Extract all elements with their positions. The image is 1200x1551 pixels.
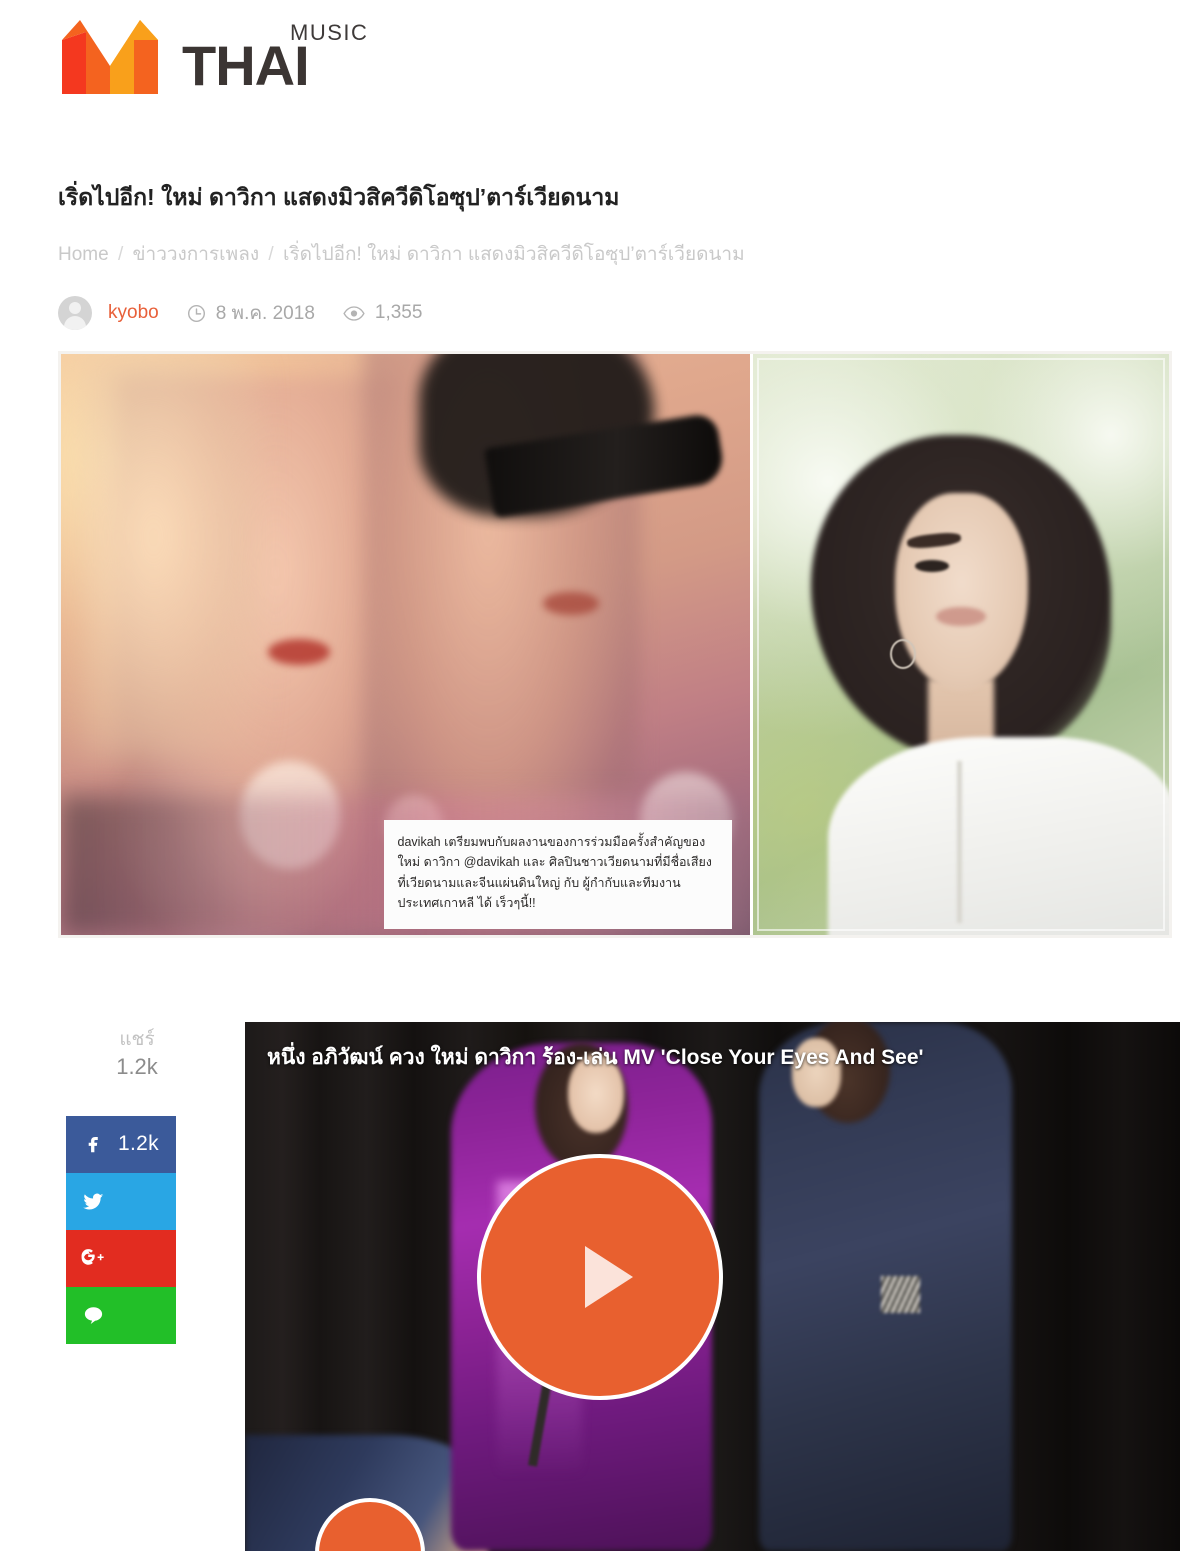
portrait-inner-frame	[757, 358, 1165, 931]
play-icon[interactable]	[477, 1154, 723, 1400]
google-plus-icon	[80, 1247, 106, 1269]
page-title: เริ่ดไปอีก! ใหม่ ดาวิกา แสดงมิวสิควีดิโอ…	[58, 184, 620, 210]
article-hero-image: davikah เตรียมพบกับผลงานของการร่วมมือครั…	[58, 351, 1172, 938]
eye-icon	[343, 305, 365, 321]
breadcrumb-item-current: เริ่ดไปอีก! ใหม่ ดาวิกา แสดงมิวสิควีดิโอ…	[282, 244, 745, 265]
view-count: 1,355	[343, 302, 423, 324]
share-twitter-button[interactable]	[66, 1172, 176, 1230]
publish-date-text: 8 พ.ค. 2018	[215, 303, 315, 324]
pocket-square	[880, 1275, 921, 1313]
site-header: MUSIC THAI	[0, 0, 1200, 140]
clock-icon	[187, 304, 206, 323]
breadcrumb-item-category[interactable]: ข่าววงการเพลง	[133, 244, 260, 265]
share-facebook-count: 1.2k	[118, 1132, 159, 1156]
video-title: หนึ่ง อภิวัฒน์ ควง ใหม่ ดาวิกา ร้อง-เล่น…	[267, 1046, 924, 1069]
breadcrumb-separator: /	[268, 244, 274, 265]
publish-date: 8 พ.ค. 2018	[187, 298, 315, 328]
article-page: MUSIC THAI เริ่ดไปอีก! ใหม่ ดาวิกา แสดงม…	[0, 0, 1200, 1551]
article-meta: kyobo 8 พ.ค. 2018 1,355	[58, 292, 422, 334]
hero-figure-woman-hair	[81, 354, 261, 761]
view-count-text: 1,355	[374, 302, 423, 323]
user-avatar-icon	[58, 296, 92, 330]
m-logo-icon	[62, 20, 158, 94]
share-button-group: 1.2k	[66, 1115, 176, 1344]
breadcrumb-separator: /	[117, 244, 124, 265]
hero-right-panel	[750, 354, 1169, 935]
share-facebook-button[interactable]: 1.2k	[66, 1115, 176, 1173]
hero-figure-woman-lips	[267, 638, 330, 665]
share-googleplus-button[interactable]	[66, 1229, 176, 1287]
line-chat-icon	[80, 1304, 106, 1327]
share-label: แชร์	[119, 1029, 155, 1050]
share-total-count: 1.2k	[116, 1054, 158, 1080]
logo-thai-text: THAI	[182, 34, 310, 97]
site-logo[interactable]: MUSIC THAI	[62, 16, 367, 96]
hero-left-panel: davikah เตรียมพบกับผลงานของการร่วมมือครั…	[61, 354, 751, 935]
play-triangle	[585, 1246, 633, 1308]
share-line-button[interactable]	[66, 1286, 176, 1344]
share-sidebar: แชร์ 1.2k 1.2k	[58, 1028, 216, 1344]
breadcrumb: Home / ข่าววงการเพลง / เริ่ดไปอีก! ใหม่ …	[58, 241, 1108, 269]
breadcrumb-item-home[interactable]: Home	[58, 244, 109, 265]
author-link[interactable]: kyobo	[108, 302, 159, 324]
facebook-icon	[80, 1133, 106, 1155]
hero-figure-second-lips	[543, 592, 599, 616]
twitter-icon	[80, 1190, 106, 1213]
logo-wordmark: MUSIC THAI	[170, 16, 370, 94]
instagram-caption-overlay: davikah เตรียมพบกับผลงานของการร่วมมือครั…	[383, 820, 732, 929]
